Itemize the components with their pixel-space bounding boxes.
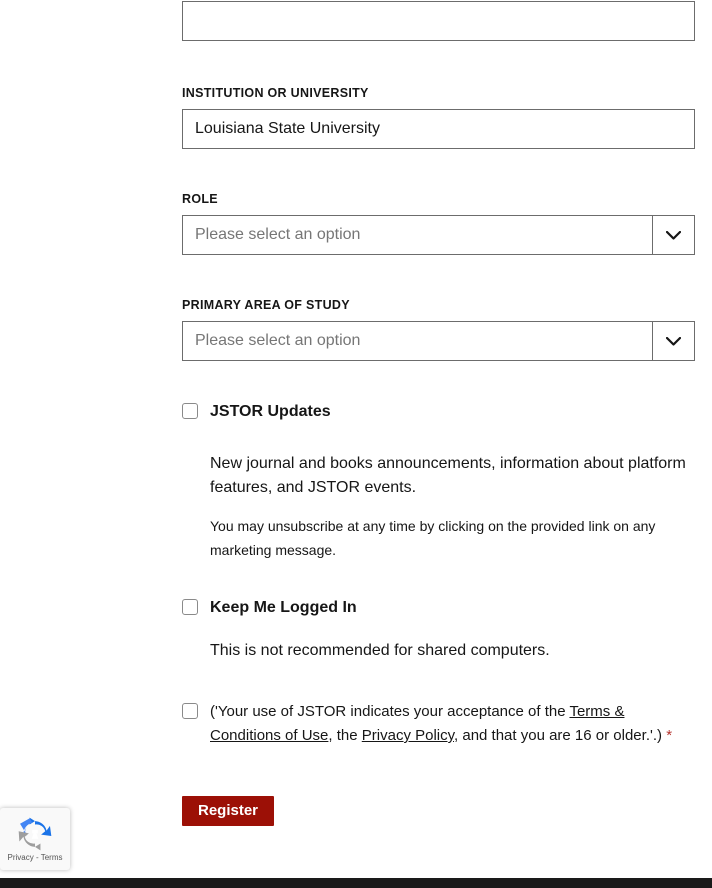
required-asterisk: * [666,727,673,744]
keep-logged-in-checkbox[interactable] [182,599,198,615]
recaptcha-terms-link[interactable]: Terms [41,853,63,862]
keep-logged-in-description: This is not recommended for shared compu… [210,642,550,659]
recaptcha-links[interactable]: Privacy - Terms [8,853,63,863]
jstor-updates-group: JSTOR Updates New journal and books anno… [182,403,695,562]
terms-checkbox-row[interactable]: ('Your use of JSTOR indicates your accep… [182,700,695,748]
primary-area-of-study-select[interactable]: Please select an option [182,321,695,361]
keep-logged-in-group: Keep Me Logged In This is not recommende… [182,599,695,663]
terms-text-part1: ('Your use of JSTOR indicates your accep… [210,703,570,720]
keep-logged-in-label: Keep Me Logged In [210,599,357,616]
institution-label: INSTITUTION OR UNIVERSITY [182,86,369,100]
terms-text-part2: , the [328,727,362,744]
register-button[interactable]: Register [182,796,275,826]
terms-acceptance-group: ('Your use of JSTOR indicates your accep… [182,700,695,748]
recaptcha-logo-icon [14,817,56,851]
jstor-updates-checkbox-row[interactable]: JSTOR Updates [182,403,695,421]
recaptcha-privacy-link[interactable]: Privacy [8,853,34,862]
primary-area-of-study-label: PRIMARY AREA OF STUDY [182,298,350,312]
chevron-down-icon[interactable] [652,215,695,255]
jstor-updates-unsubscribe-note: You may unsubscribe at any time by click… [210,518,656,558]
terms-text: ('Your use of JSTOR indicates your accep… [210,700,695,748]
terms-text-part3: , and that you are 16 or older.'.) [454,727,663,744]
jstor-updates-checkbox[interactable] [182,403,198,419]
role-select[interactable]: Please select an option [182,215,695,255]
primary-area-of-study-select-value[interactable]: Please select an option [182,321,652,361]
field-group-institution: INSTITUTION OR UNIVERSITY [182,85,695,149]
jstor-updates-description-block: New journal and books announcements, inf… [210,452,695,562]
recaptcha-badge[interactable]: Privacy - Terms [0,808,70,870]
institution-input[interactable] [182,109,695,149]
terms-checkbox[interactable] [182,703,198,719]
chevron-down-icon[interactable] [652,321,695,361]
privacy-policy-link[interactable]: Privacy Policy [362,727,454,744]
field-group-primary-area-of-study: PRIMARY AREA OF STUDY Please select an o… [182,297,695,361]
registration-page: INSTITUTION OR UNIVERSITY ROLE Please se… [0,0,712,888]
submit-area: Register [182,796,275,826]
field-group-role: ROLE Please select an option [182,191,695,255]
previous-text-input[interactable] [182,1,695,41]
role-select-value[interactable]: Please select an option [182,215,652,255]
field-group-previous [182,1,695,41]
footer-bar [0,878,712,888]
keep-logged-in-checkbox-row[interactable]: Keep Me Logged In [182,599,695,617]
recaptcha-separator: - [35,853,39,862]
jstor-updates-description: New journal and books announcements, inf… [210,455,686,496]
role-label: ROLE [182,192,218,206]
jstor-updates-label: JSTOR Updates [210,403,331,420]
keep-logged-in-description-block: This is not recommended for shared compu… [210,639,695,663]
